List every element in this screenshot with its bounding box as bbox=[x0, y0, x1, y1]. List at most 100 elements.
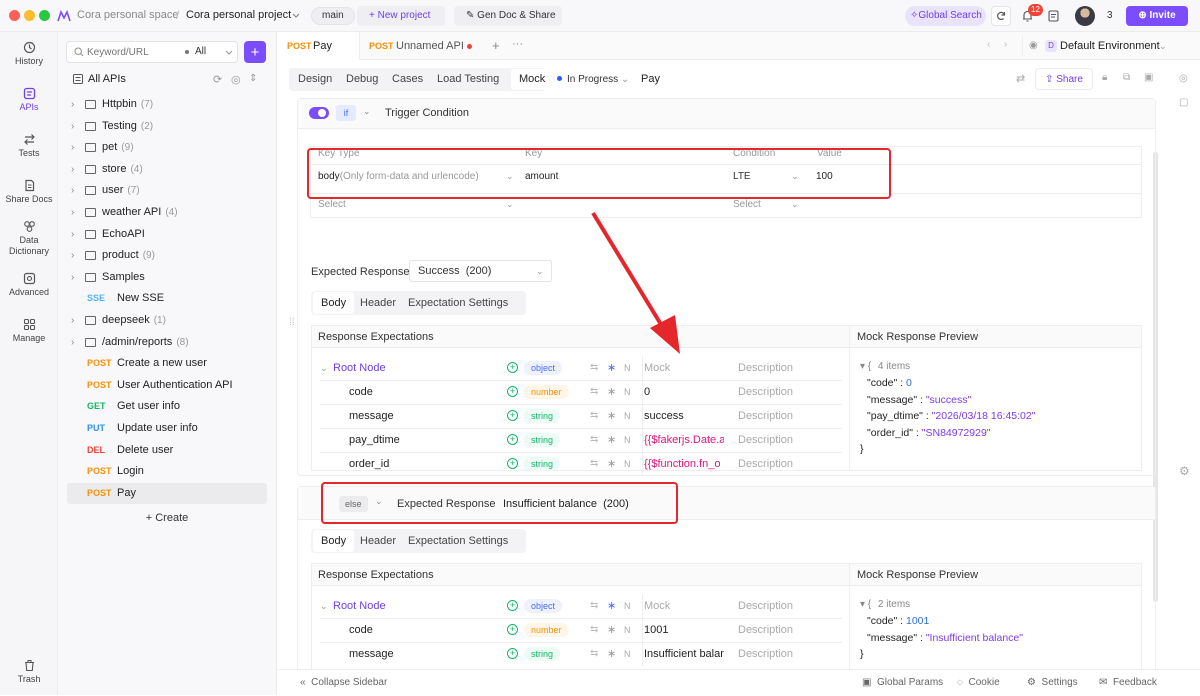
drag-handle-icon[interactable]: ⁞⁞ bbox=[289, 317, 295, 328]
add-field-icon[interactable]: + bbox=[507, 600, 518, 611]
format-icon[interactable]: ⇄ bbox=[1016, 72, 1025, 85]
type-badge[interactable]: string bbox=[524, 457, 561, 471]
required-icon[interactable]: ∗ bbox=[607, 428, 616, 452]
project-name[interactable]: Cora personal project bbox=[186, 9, 291, 21]
collapse-sidebar-button[interactable]: « Collapse Sidebar bbox=[300, 670, 387, 696]
rail-apis[interactable]: APIs bbox=[0, 87, 58, 113]
message-icon[interactable] bbox=[1047, 9, 1059, 22]
field-name[interactable]: code bbox=[349, 380, 373, 404]
mock-value-input[interactable]: Mock bbox=[642, 594, 724, 618]
tab-header[interactable]: Header bbox=[352, 292, 404, 314]
type-badge[interactable]: string bbox=[524, 409, 561, 423]
search-input[interactable] bbox=[87, 44, 177, 60]
rail-trash[interactable]: Trash bbox=[0, 659, 58, 685]
api-name-field[interactable]: Pay bbox=[641, 73, 660, 85]
rail-tests[interactable]: Tests bbox=[0, 133, 58, 159]
required-icon[interactable]: ∗ bbox=[607, 404, 616, 428]
swap-icon[interactable]: ⇆ bbox=[590, 642, 598, 666]
swap-icon[interactable]: ⇆ bbox=[590, 618, 598, 642]
type-badge[interactable]: number bbox=[524, 623, 569, 637]
chevron-down-icon[interactable]: ⌄ bbox=[320, 594, 328, 618]
description-input[interactable]: Description bbox=[738, 428, 793, 452]
nullable-icon[interactable]: N bbox=[624, 594, 631, 618]
maximize-window-button[interactable] bbox=[39, 10, 50, 21]
refresh-icon[interactable]: ⟳ bbox=[213, 73, 222, 86]
all-apis-row[interactable]: All APIs ⟳ ◎ ⇕ bbox=[73, 72, 263, 88]
add-tab-button[interactable]: + bbox=[492, 38, 500, 53]
chevron-right-icon[interactable]: › bbox=[71, 332, 74, 353]
add-field-icon[interactable]: + bbox=[507, 458, 518, 469]
required-icon[interactable]: ∗ bbox=[607, 594, 616, 618]
chevron-down-icon[interactable] bbox=[225, 50, 233, 55]
status-selector[interactable]: In Progress ⌄ bbox=[557, 70, 629, 90]
description-input[interactable]: Description bbox=[738, 618, 793, 642]
global-params-button[interactable]: ▣ Global Params bbox=[862, 670, 943, 696]
env-settings-icon[interactable]: ◉ bbox=[1029, 36, 1038, 56]
add-field-icon[interactable]: + bbox=[507, 362, 518, 373]
filter-select[interactable]: All bbox=[195, 46, 206, 57]
tab-pay[interactable]: POST Pay bbox=[277, 32, 360, 60]
tab-unnamed-api[interactable]: POST Unnamed API bbox=[361, 32, 481, 60]
create-button[interactable]: + Create bbox=[67, 508, 267, 529]
tab-body[interactable]: Body bbox=[313, 530, 355, 552]
space-name[interactable]: Cora personal space bbox=[77, 9, 179, 21]
chevron-down-icon[interactable] bbox=[291, 10, 301, 20]
chevron-right-icon[interactable]: › bbox=[71, 159, 74, 180]
cookie-button[interactable]: ◌ Cookie bbox=[957, 670, 1000, 696]
mock-value-input[interactable]: {{$fakerjs.Date.a bbox=[642, 428, 724, 452]
description-input[interactable]: Description bbox=[738, 594, 793, 618]
tab-header[interactable]: Header bbox=[352, 530, 404, 552]
ai-assistant-icon[interactable]: ⚙ bbox=[1179, 464, 1190, 478]
add-field-icon[interactable]: + bbox=[507, 410, 518, 421]
nullable-icon[interactable]: N bbox=[624, 452, 631, 476]
gen-doc-share-button[interactable]: ✎ Gen Doc & Share bbox=[454, 6, 562, 26]
global-search-button[interactable]: ✧Global Search bbox=[905, 6, 986, 26]
nullable-icon[interactable]: N bbox=[624, 356, 631, 380]
required-icon[interactable]: ∗ bbox=[607, 618, 616, 642]
swap-icon[interactable]: ⇆ bbox=[590, 380, 598, 404]
sync-icon[interactable] bbox=[991, 6, 1011, 26]
swap-icon[interactable]: ⇆ bbox=[590, 452, 598, 476]
chevron-down-icon[interactable]: ⌄ bbox=[363, 106, 371, 117]
chevron-right-icon[interactable]: › bbox=[71, 224, 74, 245]
field-name[interactable]: message bbox=[349, 404, 394, 428]
expected-response-select[interactable]: Success (200) ⌄ bbox=[409, 260, 552, 282]
rail-advanced[interactable]: Advanced bbox=[0, 272, 58, 298]
chevron-right-icon[interactable]: › bbox=[71, 310, 74, 331]
field-name[interactable]: order_id bbox=[349, 452, 389, 476]
copy-icon[interactable]: ⧉ bbox=[1123, 72, 1130, 83]
mock-value-input[interactable]: Mock bbox=[642, 356, 724, 380]
type-badge[interactable]: string bbox=[524, 433, 561, 447]
info-icon[interactable]: ◎ bbox=[1179, 73, 1188, 84]
description-input[interactable]: Description bbox=[738, 642, 793, 666]
sort-icon[interactable]: ⇕ bbox=[249, 73, 257, 84]
description-input[interactable]: Description bbox=[738, 452, 793, 476]
tab-load-testing[interactable]: Load Testing bbox=[429, 68, 507, 90]
required-icon[interactable]: ∗ bbox=[607, 642, 616, 666]
tab-mock[interactable]: Mock bbox=[511, 69, 554, 90]
chevron-right-icon[interactable]: › bbox=[71, 180, 74, 201]
required-icon[interactable]: ∗ bbox=[607, 452, 616, 476]
add-field-icon[interactable]: + bbox=[507, 386, 518, 397]
lock-icon[interactable]: 🔒︎ bbox=[1102, 72, 1107, 83]
settings-button[interactable]: ⚙ Settings bbox=[1027, 670, 1078, 696]
add-api-button[interactable]: + bbox=[244, 41, 266, 63]
environment-selector[interactable]: ◉ D Default Environment ⌄ bbox=[1022, 36, 1192, 56]
nullable-icon[interactable]: N bbox=[624, 642, 631, 666]
tab-next-icon[interactable]: › bbox=[1004, 39, 1007, 50]
chevron-down-icon[interactable]: ⌄ bbox=[320, 356, 328, 380]
required-icon[interactable]: ∗ bbox=[607, 380, 616, 404]
collapse-toggle-icon[interactable]: ▾ { bbox=[860, 599, 874, 610]
avatar[interactable] bbox=[1075, 6, 1095, 26]
mock-value-input[interactable]: 0 bbox=[642, 380, 724, 404]
description-input[interactable]: Description bbox=[738, 404, 793, 428]
tab-expectation-settings[interactable]: Expectation Settings bbox=[400, 530, 516, 552]
api-item[interactable]: POST Pay bbox=[67, 482, 267, 504]
share-button[interactable]: ⇪ Share bbox=[1035, 68, 1093, 90]
code-icon[interactable]: ▢ bbox=[1179, 97, 1188, 108]
swap-icon[interactable]: ⇆ bbox=[590, 428, 598, 452]
tab-expectation-settings[interactable]: Expectation Settings bbox=[400, 292, 516, 314]
mock-value-input[interactable]: success bbox=[642, 404, 724, 428]
rail-manage[interactable]: Manage bbox=[0, 318, 58, 344]
nullable-icon[interactable]: N bbox=[624, 618, 631, 642]
